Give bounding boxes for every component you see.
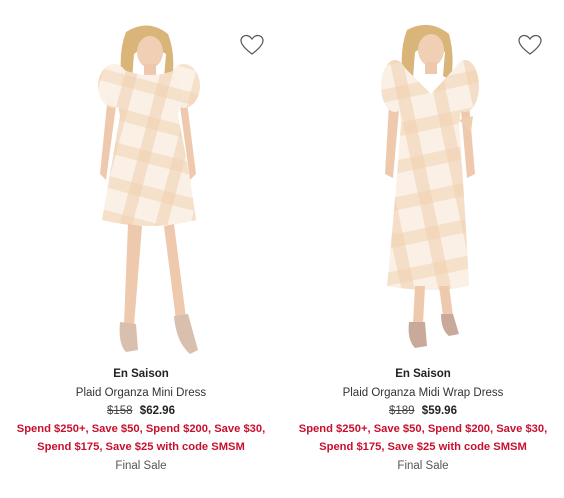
sale-price: $62.96 [139, 405, 175, 417]
sale-price: $59.96 [421, 405, 457, 417]
product-grid: En Saison Plaid Organza Mini Dress $158 … [0, 0, 564, 498]
product-card[interactable]: En Saison Plaid Organza Midi Wrap Dress … [282, 0, 564, 498]
product-brand: En Saison [395, 368, 451, 380]
product-image[interactable] [345, 24, 505, 360]
promo-message[interactable]: Spend $250+, Save $50, Spend $200, Save … [292, 420, 554, 456]
price-row: $189 $59.96 [282, 402, 564, 420]
wishlist-heart-icon[interactable] [518, 34, 542, 56]
wishlist-heart-icon[interactable] [240, 34, 264, 56]
final-sale-label: Final Sale [397, 460, 449, 472]
product-info: En Saison Plaid Organza Mini Dress $158 … [0, 366, 282, 475]
promo-message[interactable]: Spend $250+, Save $50, Spend $200, Save … [10, 420, 272, 456]
product-image[interactable] [68, 24, 228, 360]
product-card[interactable]: En Saison Plaid Organza Mini Dress $158 … [0, 0, 282, 498]
product-name-link[interactable]: Plaid Organza Midi Wrap Dress [282, 384, 564, 402]
price-row: $158 $62.96 [0, 402, 282, 420]
product-info: En Saison Plaid Organza Midi Wrap Dress … [282, 366, 564, 475]
original-price: $189 [389, 405, 415, 417]
product-name-link[interactable]: Plaid Organza Mini Dress [0, 384, 282, 402]
product-brand: En Saison [113, 368, 169, 380]
final-sale-label: Final Sale [115, 460, 167, 472]
original-price: $158 [107, 405, 133, 417]
